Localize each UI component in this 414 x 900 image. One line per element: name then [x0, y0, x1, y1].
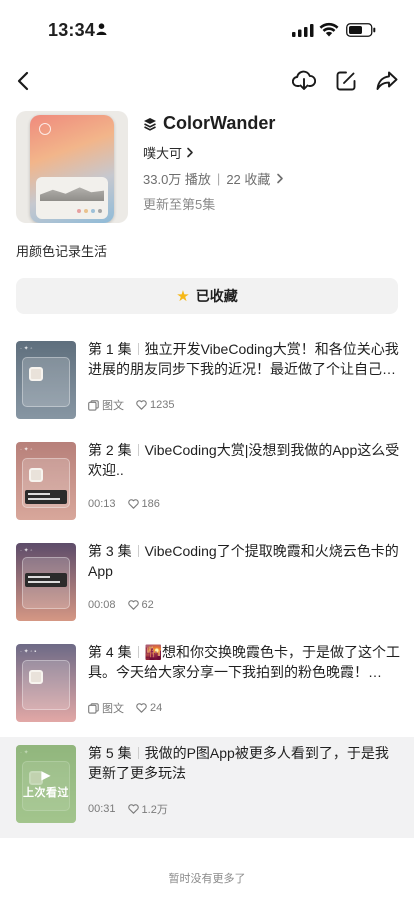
episode-title: 第 1 集独立开发VibeCoding大赏！和各位关心我进展的朋友同步下我的近况…	[88, 341, 399, 377]
episode-meta: 00:13 186	[88, 498, 160, 510]
status-time: 13:34	[48, 20, 96, 40]
author-link[interactable]: 噗大可	[143, 143, 194, 162]
last-watched-overlay: ▶ 上次看过	[16, 745, 76, 823]
episode-title: 第 4 集 🌇想和你交换晚霞色卡，于是做了这个工具。今天给大家分享一下我拍到的粉色…	[88, 644, 400, 680]
update-status: 更新至第5集	[143, 197, 216, 212]
stats-divider: |	[216, 171, 221, 186]
person-icon	[96, 23, 107, 35]
heart-icon	[127, 804, 139, 814]
episode-item[interactable]: · ✦ ◦ ▪ 第 4 集 🌇想和你交换晚霞色卡，于是做了这个工具。今天给大家分享…	[0, 636, 414, 737]
back-button[interactable]	[8, 66, 38, 96]
heart-icon	[136, 703, 147, 713]
heart-icon	[136, 400, 147, 410]
episode-item[interactable]: · ✦ ◦ 第 2 集 VibeCoding大赏|没想到我做的App这么受欢迎..…	[0, 434, 414, 535]
episode-meta: 00:31 1.2万	[88, 803, 168, 816]
episode-meta: 图文 1235	[88, 397, 174, 413]
cloud-download-icon	[292, 70, 316, 90]
battery-icon	[346, 23, 376, 37]
episode-title: 第 2 集 VibeCoding大赏|没想到我做的App这么受欢迎..	[88, 442, 400, 478]
collection-stats[interactable]: 33.0万 播放 | 22 收藏	[143, 169, 284, 188]
edit-button[interactable]	[331, 66, 361, 96]
episode-thumbnail: · ✦ ◦ ▪	[16, 644, 76, 722]
heart-icon	[127, 600, 139, 610]
episode-item-current[interactable]: · ✦ ▶ 上次看过 第 5 集我做的P图App被更多人看到了，于是我更新了更多…	[0, 737, 414, 838]
collection-cover-image	[16, 111, 128, 223]
nav-bar	[0, 62, 414, 98]
no-more-footer: 暂时没有更多了	[168, 873, 246, 885]
last-watched-label: 上次看过	[23, 787, 69, 799]
collect-count: 22 收藏	[226, 172, 271, 187]
status-bar: 13:34	[0, 0, 414, 56]
collection-description: 用颜色记录生活	[16, 244, 108, 259]
episode-thumbnail: · ✦ ▶ 上次看过	[16, 745, 76, 823]
author-name: 噗大可	[143, 146, 183, 161]
cellular-signal-icon	[292, 24, 314, 37]
collected-label: 已收藏	[195, 288, 238, 304]
chevron-right-icon	[277, 173, 284, 184]
share-icon	[376, 71, 398, 90]
collected-button[interactable]: ★ 已收藏	[16, 278, 398, 314]
edit-icon	[336, 71, 356, 91]
episode-item[interactable]: · ✦ ◦ 第 1 集独立开发VibeCoding大赏！和各位关心我进展的朋友同…	[0, 333, 414, 434]
layers-icon	[144, 117, 156, 131]
episode-thumbnail: · ✦ ◦	[16, 442, 76, 520]
collection-title-text: ColorWander	[163, 113, 276, 133]
episode-meta: 图文 24	[88, 700, 162, 716]
episode-item[interactable]: · ✦ ◦ 第 3 集 VibeCoding了个提取晚霞和火烧云色卡的App 00…	[0, 535, 414, 636]
episode-meta: 00:08 62	[88, 599, 154, 611]
wifi-icon	[319, 22, 339, 37]
play-icon: ▶	[41, 768, 51, 782]
share-button[interactable]	[372, 66, 402, 96]
chevron-left-icon	[17, 71, 29, 91]
image-text-icon	[88, 702, 99, 714]
chevron-right-icon	[187, 147, 193, 158]
download-button[interactable]	[289, 66, 319, 96]
episode-thumbnail: · ✦ ◦	[16, 341, 76, 419]
episode-thumbnail: · ✦ ◦	[16, 543, 76, 621]
image-text-icon	[88, 399, 99, 411]
episode-title: 第 3 集 VibeCoding了个提取晚霞和火烧云色卡的App	[88, 543, 399, 579]
episode-title: 第 5 集我做的P图App被更多人看到了，于是我更新了更多玩法	[88, 745, 389, 781]
heart-icon	[127, 499, 139, 509]
collection-title: ColorWander	[143, 113, 275, 134]
star-icon: ★	[176, 288, 190, 305]
play-count: 33.0万 播放	[143, 172, 211, 187]
